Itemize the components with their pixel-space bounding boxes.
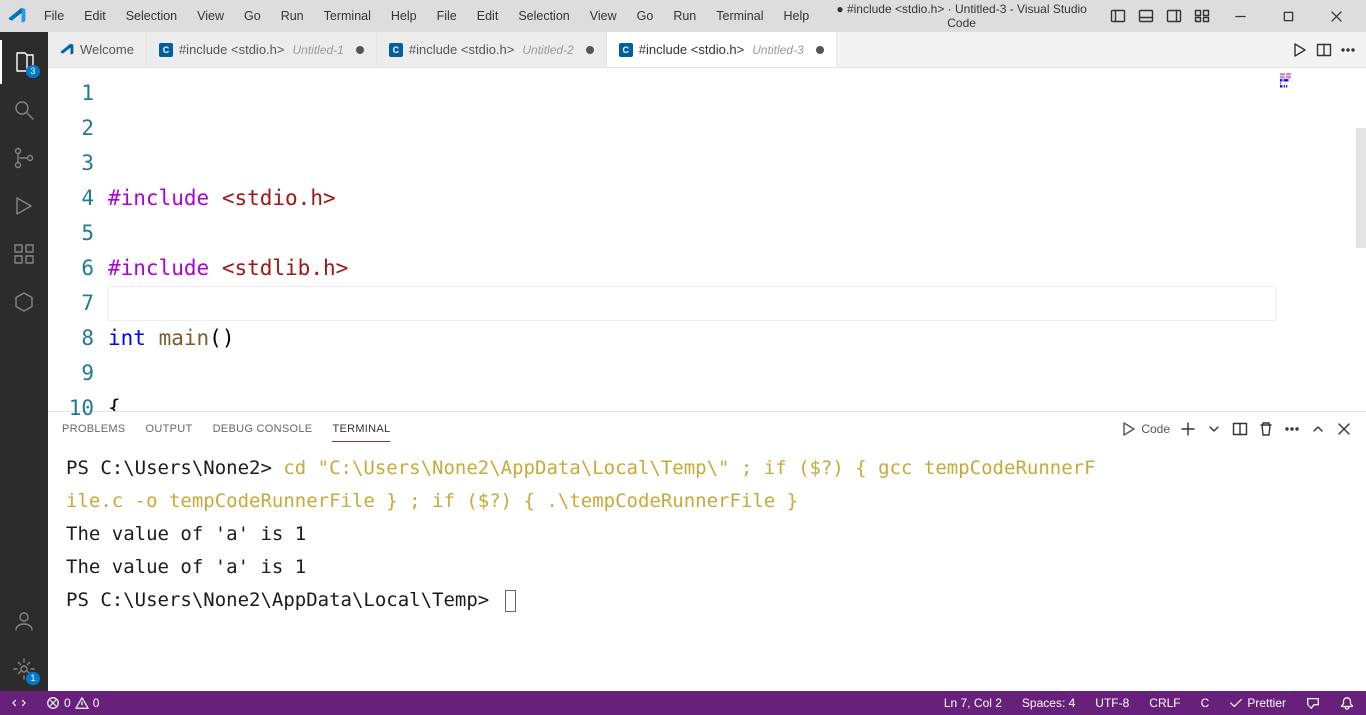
menu-view[interactable]: View	[582, 5, 625, 27]
terminal-line: The value of 'a' is 1	[66, 518, 1348, 551]
vscode-logo-icon	[8, 7, 26, 25]
new-terminal-icon[interactable]	[1180, 421, 1196, 437]
terminal-line: The value of 'a' is 1	[66, 551, 1348, 584]
activity-settings[interactable]: 1	[0, 647, 48, 691]
editor-tab[interactable]: C#include <stdio.h>Untitled-2	[377, 32, 607, 67]
menu-terminal[interactable]: Terminal	[316, 5, 379, 27]
kill-terminal-icon[interactable]	[1258, 421, 1274, 437]
title-bar: FileEditSelectionViewGoRunTerminalHelpFi…	[0, 0, 1366, 32]
tab-label: #include <stdio.h>	[409, 42, 515, 57]
language-mode[interactable]: C	[1197, 696, 1214, 710]
tab-label: #include <stdio.h>	[639, 42, 745, 57]
layout-left-icon[interactable]	[1110, 8, 1126, 24]
code-line[interactable]: int main()	[108, 321, 1276, 356]
editor-tab[interactable]: C#include <stdio.h>Untitled-3	[607, 32, 837, 67]
terminal-line: ile.c -o tempCodeRunnerFile } ; if ($?) …	[66, 485, 1348, 518]
tab-label: #include <stdio.h>	[179, 42, 285, 57]
layout-grid-icon[interactable]	[1194, 8, 1210, 24]
settings-badge: 1	[26, 672, 40, 685]
menu-help[interactable]: Help	[383, 5, 425, 27]
layout-right-icon[interactable]	[1166, 8, 1182, 24]
code-line[interactable]: {	[108, 391, 1276, 411]
editor-tab[interactable]: C#include <stdio.h>Untitled-1	[147, 32, 377, 67]
eol[interactable]: CRLF	[1145, 696, 1184, 710]
status-bar: 0 0 Ln 7, Col 2 Spaces: 4 UTF-8 CRLF C P…	[0, 691, 1366, 715]
split-terminal-icon[interactable]	[1232, 421, 1248, 437]
menu-edit[interactable]: Edit	[76, 5, 114, 27]
split-editor-icon[interactable]	[1316, 42, 1332, 58]
menu-file[interactable]: File	[429, 5, 465, 27]
terminal-profile-selector[interactable]: Code	[1121, 421, 1170, 437]
more-panel-icon[interactable]	[1284, 421, 1300, 437]
panel-tab-output[interactable]: OUTPUT	[146, 417, 193, 442]
editor-tab-bar: WelcomeC#include <stdio.h>Untitled-1C#in…	[48, 32, 1366, 68]
menu-selection[interactable]: Selection	[118, 5, 185, 27]
panel-tab-terminal[interactable]: TERMINAL	[332, 417, 390, 442]
code-line[interactable]: #include <stdio.h>	[108, 181, 1276, 216]
activity-search[interactable]	[0, 88, 48, 132]
cursor-position[interactable]: Ln 7, Col 2	[940, 696, 1006, 710]
minimize-button[interactable]	[1218, 0, 1262, 32]
terminal-dropdown-icon[interactable]	[1206, 421, 1222, 437]
menu-go[interactable]: Go	[236, 5, 269, 27]
minimap[interactable]: ████ ████ ████ ████ ██ ████ █ ██ █ █	[1276, 68, 1366, 411]
close-button[interactable]	[1314, 0, 1358, 32]
tab-sublabel: Untitled-3	[752, 43, 803, 57]
code-line[interactable]	[108, 356, 1276, 391]
feedback-icon[interactable]	[1302, 696, 1324, 710]
activity-bar: 3 1	[0, 32, 48, 691]
maximize-button[interactable]	[1266, 0, 1310, 32]
dirty-indicator-icon	[586, 46, 594, 54]
menu-file[interactable]: File	[36, 5, 72, 27]
dirty-indicator-icon	[356, 46, 364, 54]
menu-run[interactable]: Run	[665, 5, 704, 27]
code-content[interactable]: #include <stdio.h> #include <stdlib.h> i…	[108, 68, 1276, 411]
menu-run[interactable]: Run	[273, 5, 312, 27]
close-panel-icon[interactable]	[1336, 421, 1352, 437]
activity-account[interactable]	[0, 599, 48, 643]
terminal-line: PS C:\Users\None2> cd "C:\Users\None2\Ap…	[66, 452, 1348, 485]
activity-explorer[interactable]: 3	[0, 40, 48, 84]
tab-sublabel: Untitled-2	[522, 43, 573, 57]
bottom-panel: PROBLEMSOUTPUTDEBUG CONSOLETERMINAL Code	[48, 411, 1366, 691]
run-icon[interactable]	[1292, 42, 1308, 58]
encoding[interactable]: UTF-8	[1091, 696, 1133, 710]
editor-tab[interactable]: Welcome	[48, 32, 147, 67]
line-gutter: 12345678910	[48, 68, 108, 411]
maximize-panel-icon[interactable]	[1310, 421, 1326, 437]
menu-edit[interactable]: Edit	[469, 5, 507, 27]
panel-tab-debug-console[interactable]: DEBUG CONSOLE	[213, 417, 313, 442]
menu-selection[interactable]: Selection	[510, 5, 577, 27]
terminal-output[interactable]: PS C:\Users\None2> cd "C:\Users\None2\Ap…	[48, 446, 1366, 691]
remote-indicator[interactable]	[8, 696, 30, 710]
activity-scm[interactable]	[0, 136, 48, 180]
activity-run-debug[interactable]	[0, 184, 48, 228]
indentation[interactable]: Spaces: 4	[1018, 696, 1079, 710]
terminal-line: PS C:\Users\None2\AppData\Local\Temp>	[66, 584, 1348, 617]
activity-extensions[interactable]	[0, 232, 48, 276]
window-title: ● #include <stdio.h> · Untitled-3 - Visu…	[821, 2, 1102, 30]
terminal-profile-label: Code	[1141, 422, 1170, 436]
menu-terminal[interactable]: Terminal	[708, 5, 771, 27]
tab-label: Welcome	[80, 42, 134, 57]
code-line[interactable]: #include <stdlib.h>	[108, 251, 1276, 286]
explorer-badge: 3	[26, 65, 40, 78]
menu-view[interactable]: View	[189, 5, 232, 27]
code-line[interactable]	[108, 286, 1276, 321]
menu-go[interactable]: Go	[629, 5, 662, 27]
code-editor[interactable]: 12345678910 #include <stdio.h> #include …	[48, 68, 1366, 411]
problems-indicator[interactable]: 0 0	[42, 696, 103, 710]
more-icon[interactable]	[1340, 42, 1356, 58]
layout-bottom-icon[interactable]	[1138, 8, 1154, 24]
code-line[interactable]	[108, 216, 1276, 251]
activity-extra[interactable]	[0, 280, 48, 324]
dirty-indicator-icon	[816, 46, 824, 54]
tab-sublabel: Untitled-1	[292, 43, 343, 57]
notifications-icon[interactable]	[1336, 696, 1358, 710]
menu-help[interactable]: Help	[776, 5, 818, 27]
prettier-status[interactable]: Prettier	[1225, 696, 1290, 710]
